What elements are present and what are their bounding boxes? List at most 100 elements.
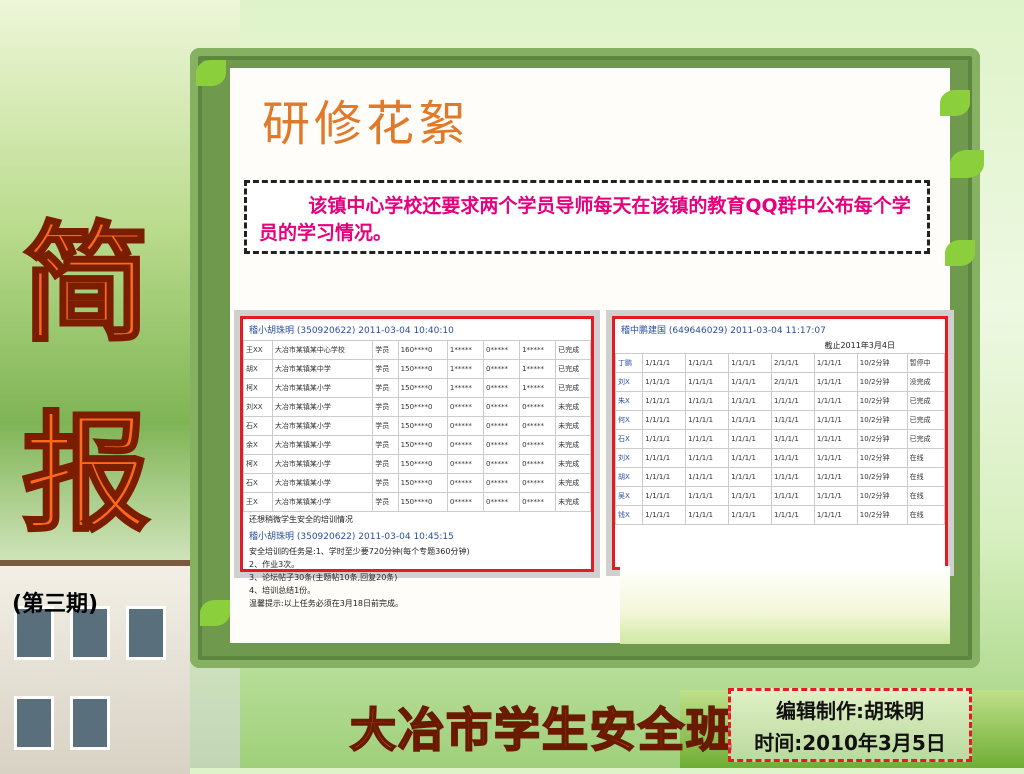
table-cell: 0***** <box>482 473 521 493</box>
table-cell: 已完成 <box>555 359 591 379</box>
table-cell: 大冶市某镇某中心学校 <box>271 340 374 360</box>
table-row: 柯X 大冶市某镇某小学 学员 150****0 0***** 0***** 0***** 未完… <box>243 454 591 474</box>
table-cell: 150****0 <box>397 397 448 417</box>
table-cell: 0***** <box>482 416 521 436</box>
table-cell: 1/1/1/1 <box>642 391 687 411</box>
table-cell: 石X <box>614 429 644 449</box>
table-cell: 10/2分钟 <box>856 391 908 411</box>
chat-line: 2、作业3次。 <box>249 560 300 569</box>
table-cell: 刘X <box>614 372 644 392</box>
table-cell: 1/1/1/1 <box>685 391 730 411</box>
table-cell: 已完成 <box>906 391 946 411</box>
table-cell: 1/1/1/1 <box>813 486 858 506</box>
table-cell: 1/1/1/1 <box>642 486 687 506</box>
chat-header: 稽中鹏建国 (649646029) 2011-03-04 11:17:07 <box>621 326 826 336</box>
table-cell: 1***** <box>446 378 485 398</box>
table-cell: 吴X <box>614 486 644 506</box>
table-row: 石X 大冶市某镇某小学 学员 150****0 0***** 0***** 0***** 未完… <box>243 473 591 493</box>
house-window <box>14 696 54 750</box>
table-cell: 0***** <box>446 397 485 417</box>
chat-header: 稽小胡珠明 (350920622) 2011-03-04 10:40:10 <box>249 326 454 336</box>
table-cell: 1/1/1/1 <box>813 353 858 373</box>
table-cell: 学员 <box>372 416 399 436</box>
table-cell: 0***** <box>482 340 521 360</box>
table-cell: 150****0 <box>397 473 448 493</box>
table-cell: 0***** <box>446 416 485 436</box>
table-cell: 1/1/1/1 <box>813 410 858 430</box>
table-cell: 1***** <box>446 340 485 360</box>
table-cell: 1/1/1/1 <box>728 410 772 430</box>
table-cell: 1/1/1/1 <box>770 467 815 487</box>
table-cell: 石X <box>243 416 273 436</box>
table-cell: 1/1/1/1 <box>813 467 858 487</box>
qq-chat-screenshot-left: 稽小胡珠明 (350920622) 2011-03-04 10:40:10 王X… <box>240 316 594 608</box>
table-cell: 丁鹏 <box>614 353 644 373</box>
table-cell: 10/2分钟 <box>856 372 908 392</box>
table-cell: 暂停中 <box>906 353 946 373</box>
table-row: 钱X 1/1/1/1 1/1/1/1 1/1/1/1 1/1/1/1 1/1/1/1 10/… <box>614 505 946 525</box>
chat-line: 3、论坛帖子30条(主题帖10条,回复20条) <box>249 573 398 582</box>
table-cell: 在线 <box>906 467 946 487</box>
table-cell: 1/1/1/1 <box>685 448 730 468</box>
leaf-decoration <box>940 90 970 116</box>
table-cell: 1/1/1/1 <box>728 467 772 487</box>
table-cell: 10/2分钟 <box>856 353 908 373</box>
table-row: 余X 大冶市某镇某小学 学员 150****0 0***** 0***** 0***** 未完… <box>243 435 591 455</box>
table-cell: 王XX <box>243 340 273 360</box>
table-cell: 钱X <box>614 505 644 525</box>
table-cell: 1/1/1/1 <box>728 391 772 411</box>
table-cell: 1/1/1/1 <box>642 429 687 449</box>
table-cell: 0***** <box>482 378 521 398</box>
table-cell: 1/1/1/1 <box>728 448 772 468</box>
table-cell: 0***** <box>482 397 521 417</box>
note-box: 该镇中心学校还要求两个学员导师每天在该镇的教育QQ群中公布每个学员的学习情况。 <box>244 180 930 254</box>
table-cell: 已完成 <box>906 410 946 430</box>
table-cell: 未完成 <box>555 435 591 455</box>
table-cell: 1***** <box>519 378 557 398</box>
chat-table: 王XX 大冶市某镇某中心学校 学员 160****0 1***** 0***** 1****… <box>243 340 591 512</box>
table-row: 刘X 1/1/1/1 1/1/1/1 1/1/1/1 2/1/1/1 1/1/1/1 10/… <box>614 372 946 392</box>
table-cell: 150****0 <box>397 492 448 512</box>
section-title: 研修花絮 <box>262 96 471 152</box>
table-cell: 1/1/1/1 <box>770 410 815 430</box>
leaf-decoration <box>200 600 230 626</box>
table-cell: 150****0 <box>397 378 448 398</box>
table-cell: 150****0 <box>397 435 448 455</box>
chat-subtitle: 截止2011年3月4日 <box>824 341 895 350</box>
table-cell: 1/1/1/1 <box>685 353 730 373</box>
table-cell: 学员 <box>372 454 399 474</box>
table-cell: 未完成 <box>555 397 591 417</box>
table-row: 王X 大冶市某镇某小学 学员 150****0 0***** 0***** 0***** 未完… <box>243 492 591 512</box>
table-cell: 1/1/1/1 <box>685 372 730 392</box>
table-row: 王XX 大冶市某镇某中心学校 学员 160****0 1***** 0***** 1****… <box>243 340 591 360</box>
table-cell: 0***** <box>519 454 557 474</box>
table-cell: 1/1/1/1 <box>728 486 772 506</box>
table-cell: 2/1/1/1 <box>770 372 815 392</box>
table-cell: 学员 <box>372 473 399 493</box>
table-cell: 10/2分钟 <box>856 486 908 506</box>
side-title-char-2: 报 <box>20 399 151 551</box>
table-cell: 10/2分钟 <box>856 429 908 449</box>
table-cell: 0***** <box>482 492 521 512</box>
credit-box: 编辑制作:胡珠明 时间:2010年3月5日 <box>728 688 972 762</box>
leaf-decoration <box>196 60 226 86</box>
table-cell: 已完成 <box>555 340 591 360</box>
side-title-char-1: 简 <box>20 209 151 361</box>
table-cell: 学员 <box>372 378 399 398</box>
table-cell: 1/1/1/1 <box>813 429 858 449</box>
issue-number: (第三期) <box>12 592 99 617</box>
table-cell: 1/1/1/1 <box>770 448 815 468</box>
editor-credit: 编辑制作:胡珠明 <box>776 699 924 723</box>
table-cell: 石X <box>243 473 273 493</box>
table-cell: 1/1/1/1 <box>770 505 815 525</box>
table-cell: 1/1/1/1 <box>813 448 858 468</box>
leaf-decoration <box>945 240 975 266</box>
chat-table: 丁鹏 1/1/1/1 1/1/1/1 1/1/1/1 2/1/1/1 1/1/1/1 10/… <box>614 353 946 525</box>
table-cell: 160****0 <box>397 340 448 360</box>
table-cell: 1***** <box>519 340 557 360</box>
table-cell: 0***** <box>482 359 521 379</box>
table-cell: 10/2分钟 <box>856 448 908 468</box>
house-window <box>70 696 110 750</box>
table-cell: 1/1/1/1 <box>642 372 687 392</box>
table-cell: 1***** <box>446 359 485 379</box>
